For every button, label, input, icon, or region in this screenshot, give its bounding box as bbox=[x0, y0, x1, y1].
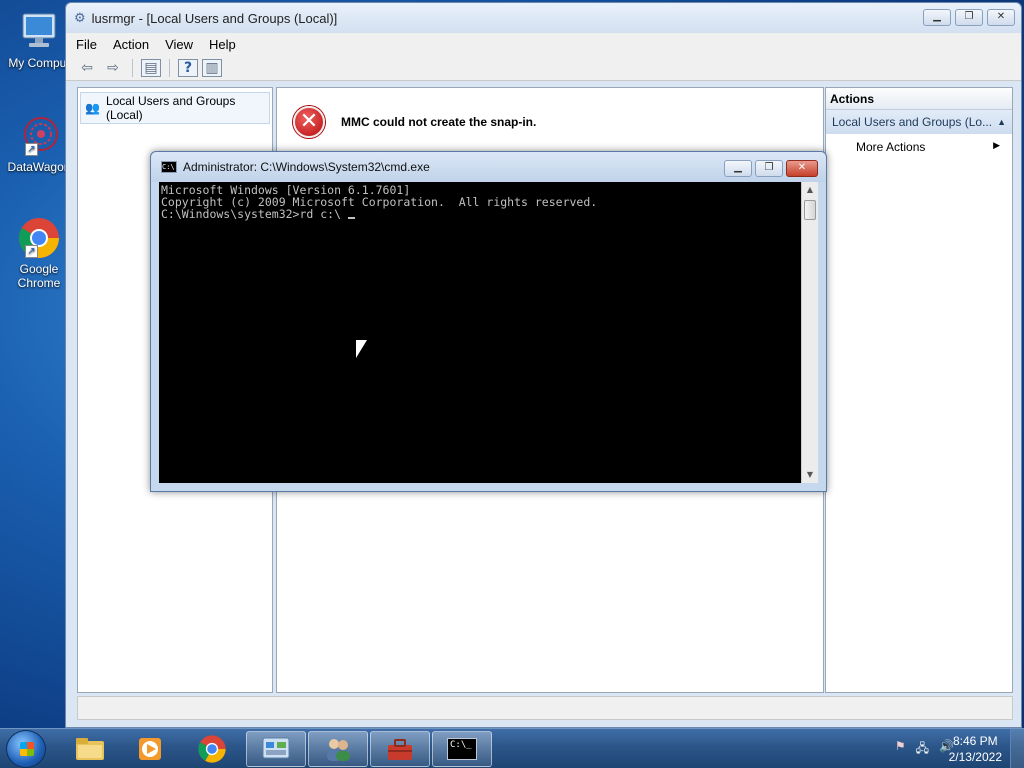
shortcut-arrow-icon: ↗ bbox=[25, 245, 38, 258]
maximize-button[interactable]: ❐ bbox=[955, 9, 983, 26]
actions-section-local-users-and-groups[interactable]: Local Users and Groups (Lo... ▲ bbox=[826, 110, 1012, 134]
shortcut-arrow-icon: ↗ bbox=[25, 143, 38, 156]
menu-help[interactable]: Help bbox=[209, 37, 236, 52]
cmd-minimize-button[interactable]: ▁ bbox=[724, 160, 752, 177]
menu-view[interactable]: View bbox=[165, 37, 193, 52]
more-actions-label: More Actions bbox=[856, 140, 926, 154]
console-prompt: C:\Windows\system32>rd c:\ bbox=[161, 207, 348, 221]
cmd-icon: C:\_ bbox=[447, 738, 477, 760]
toolbar-divider bbox=[132, 58, 133, 77]
error-message-row: ✕ MMC could not create the snap-in. bbox=[293, 106, 536, 138]
more-actions-item[interactable]: More Actions ▶ bbox=[826, 134, 1012, 160]
media-player-icon bbox=[139, 738, 161, 760]
taskbar-chrome[interactable] bbox=[182, 731, 242, 767]
action-center-flag-icon[interactable]: ⚑ bbox=[895, 739, 906, 760]
clock[interactable]: 8:46 PM 2/13/2022 bbox=[949, 733, 1002, 765]
mmc-app-icon: ⚙ bbox=[74, 10, 86, 26]
taskbar-toolbox[interactable] bbox=[370, 731, 430, 767]
cmd-maximize-button[interactable]: ❐ bbox=[755, 160, 783, 177]
minimize-button[interactable]: ▁ bbox=[923, 9, 951, 26]
text-cursor bbox=[347, 217, 355, 219]
clock-date: 2/13/2022 bbox=[948, 750, 1002, 764]
show-hide-action-pane-icon[interactable]: ▥ bbox=[202, 58, 222, 77]
actions-pane: Actions Local Users and Groups (Lo... ▲ … bbox=[825, 87, 1013, 693]
system-tray: ⚑ 🖧 🔊 bbox=[895, 739, 954, 760]
close-button[interactable]: ✕ bbox=[987, 9, 1015, 26]
menu-bar: File Action View Help bbox=[66, 33, 1021, 55]
cmd-window: C:\ Administrator: C:\Windows\System32\c… bbox=[150, 151, 827, 492]
help-icon[interactable]: ? bbox=[178, 58, 198, 77]
show-hide-console-tree-icon[interactable]: ▤ bbox=[141, 58, 161, 77]
folder-icon bbox=[76, 738, 104, 760]
scroll-up-icon[interactable]: ▲ bbox=[802, 182, 818, 198]
toolbox-icon bbox=[388, 739, 412, 760]
back-arrow-icon[interactable]: ⇦ bbox=[76, 58, 98, 78]
tree-item-label: Local Users and Groups (Local) bbox=[105, 94, 236, 122]
submenu-arrow-icon: ▶ bbox=[993, 140, 1000, 150]
start-button[interactable] bbox=[6, 730, 46, 768]
taskbar-explorer[interactable] bbox=[60, 731, 120, 767]
console-prompt-line: C:\Windows\system32>rd c:\ bbox=[161, 208, 799, 220]
computer-icon bbox=[17, 10, 61, 54]
clock-time: 8:46 PM bbox=[952, 734, 998, 748]
toolbar: ⇦ ⇨ ▤ ? ▥ bbox=[66, 55, 1021, 81]
users-icon bbox=[327, 739, 350, 761]
show-desktop-button[interactable] bbox=[1010, 729, 1024, 768]
scroll-down-icon[interactable]: ▼ bbox=[802, 467, 818, 483]
actions-section-label: Local Users and Groups (Lo... bbox=[832, 115, 993, 129]
datawagon-icon: ↗ bbox=[17, 114, 61, 158]
cmd-app-icon: C:\ bbox=[161, 161, 177, 173]
menu-file[interactable]: File bbox=[76, 37, 97, 52]
cmd-close-button[interactable]: ✕ bbox=[786, 160, 818, 177]
taskbar-control-panel[interactable] bbox=[246, 731, 306, 767]
mouse-pointer-icon bbox=[356, 340, 367, 358]
forward-arrow-icon[interactable]: ⇨ bbox=[102, 58, 124, 78]
status-bar bbox=[77, 696, 1013, 720]
network-icon[interactable]: 🖧 bbox=[916, 739, 929, 760]
error-icon: ✕ bbox=[293, 106, 325, 138]
windows-logo-icon bbox=[20, 742, 34, 756]
tree-item-local-users-and-groups[interactable]: 👥 Local Users and Groups (Local) bbox=[80, 92, 270, 124]
chrome-icon: ↗ bbox=[17, 216, 61, 260]
collapse-up-icon[interactable]: ▲ bbox=[997, 117, 1006, 127]
chrome-icon bbox=[198, 735, 226, 763]
actions-header: Actions bbox=[826, 88, 1012, 110]
taskbar: C:\_ ⚑ 🖧 🔊 8:46 PM 2/13/2022 bbox=[0, 728, 1024, 768]
error-message: MMC could not create the snap-in. bbox=[341, 115, 537, 129]
cmd-window-title: Administrator: C:\Windows\System32\cmd.e… bbox=[183, 160, 430, 174]
cmd-titlebar[interactable]: C:\ Administrator: C:\Windows\System32\c… bbox=[151, 152, 826, 182]
mmc-window-title: lusrmgr - [Local Users and Groups (Local… bbox=[91, 10, 338, 26]
console-output[interactable]: Microsoft Windows [Version 6.1.7601] Copy… bbox=[159, 182, 801, 483]
users-groups-icon: 👥 bbox=[85, 101, 100, 115]
toolbar-divider bbox=[169, 58, 170, 77]
mmc-titlebar[interactable]: ⚙ lusrmgr - [Local Users and Groups (Loc… bbox=[66, 3, 1021, 33]
scrollbar-thumb[interactable] bbox=[804, 200, 816, 220]
console-scrollbar[interactable]: ▲ ▼ bbox=[801, 182, 818, 483]
taskbar-cmd[interactable]: C:\_ bbox=[432, 731, 492, 767]
taskbar-lusrmgr[interactable] bbox=[308, 731, 368, 767]
menu-action[interactable]: Action bbox=[113, 37, 149, 52]
taskbar-media-player[interactable] bbox=[120, 731, 180, 767]
control-panel-icon bbox=[262, 737, 290, 759]
